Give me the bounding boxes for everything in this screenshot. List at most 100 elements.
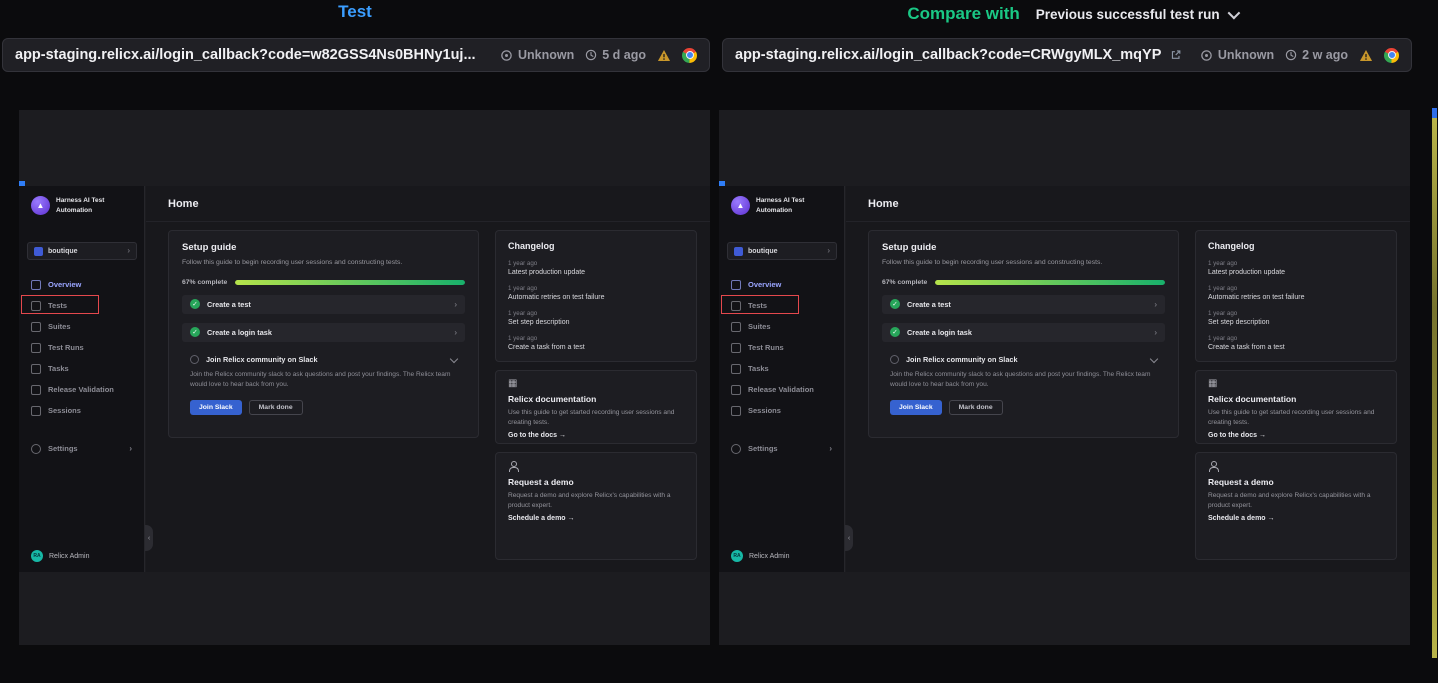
project-icon xyxy=(734,247,743,256)
demo-body: Request a demo and explore Relicx's capa… xyxy=(508,491,684,510)
project-selector: boutique › xyxy=(27,242,137,260)
changelog-time: 1 year ago xyxy=(508,310,684,317)
right-column: Changelog 1 year ago Latest production u… xyxy=(1195,230,1397,572)
sidebar-item-label: Test Runs xyxy=(48,343,84,352)
sidebar-item-settings: Settings › xyxy=(719,438,844,459)
url-text: app-staging.relicx.ai/login_callback?cod… xyxy=(15,47,476,63)
page-title: Home xyxy=(146,186,710,222)
sidebar-item-test-runs: Test Runs xyxy=(719,337,844,358)
sidebar-item-tests: Tests xyxy=(19,295,144,316)
progress-bar-fill xyxy=(935,280,1165,285)
changelog-text: Automatic retries on test failure xyxy=(508,294,684,301)
demo-title: Request a demo xyxy=(508,477,684,487)
setup-guide-title: Setup guide xyxy=(882,242,1165,253)
chevron-right-icon: › xyxy=(129,445,132,453)
setup-guide-title: Setup guide xyxy=(182,242,465,253)
sidebar-item-suites: Suites xyxy=(19,316,144,337)
sidebar-item-settings: Settings › xyxy=(19,438,144,459)
sidebar-item-tasks: Tasks xyxy=(719,358,844,379)
relicx-app-screenshot: ▲ Harness AI Test Automation boutique › … xyxy=(19,186,710,572)
chevron-right-icon: › xyxy=(454,328,457,337)
changelog-time: 1 year ago xyxy=(1208,335,1384,342)
changelog-text: Set step description xyxy=(1208,319,1384,326)
setup-guide-subtitle: Follow this guide to begin recording use… xyxy=(182,258,465,268)
harness-logo-icon: ▲ xyxy=(31,196,50,215)
changelog-entry: 1 year ago Automatic retries on test fai… xyxy=(508,285,684,301)
setup-item-create-login-task: ✓ Create a login task › xyxy=(882,323,1165,342)
external-link-icon[interactable] xyxy=(1170,49,1181,61)
setup-item-label: Create a login task xyxy=(907,328,1147,337)
tests-icon xyxy=(731,301,741,311)
changelog-text: Latest production update xyxy=(508,269,684,276)
documentation-card: ▦ Relicx documentation Use this guide to… xyxy=(495,370,697,444)
changelog-entry: 1 year ago Create a task from a test xyxy=(1208,335,1384,351)
go-to-docs-link: Go to the docs → xyxy=(1208,432,1384,439)
warning-icon xyxy=(1359,49,1373,62)
user-name: Relicx Admin xyxy=(749,553,789,560)
progress-label: 67% complete xyxy=(882,279,927,286)
changelog-title: Changelog xyxy=(1208,241,1384,251)
user-name: Relicx Admin xyxy=(49,553,89,560)
request-demo-card: Request a demo Request a demo and explor… xyxy=(1195,452,1397,560)
changelog-text: Create a task from a test xyxy=(508,344,684,351)
url-bar-compare[interactable]: app-staging.relicx.ai/login_callback?cod… xyxy=(722,38,1412,72)
compare-run-selector[interactable]: Previous successful test run xyxy=(1036,7,1237,22)
person-icon xyxy=(508,461,519,472)
suites-icon xyxy=(31,322,41,332)
ruler-blue-segment xyxy=(1432,108,1437,118)
release-validation-icon xyxy=(731,385,741,395)
screenshot-test[interactable]: ▲ Harness AI Test Automation boutique › … xyxy=(19,110,710,645)
location-meta: Unknown xyxy=(1200,48,1274,62)
project-selector: boutique › xyxy=(727,242,837,260)
progress-row: 67% complete xyxy=(882,279,1165,286)
user-row: RA Relicx Admin xyxy=(731,550,789,562)
age-label: 2 w ago xyxy=(1302,48,1348,62)
sidebar-item-release-validation: Release Validation xyxy=(19,379,144,400)
check-icon: ✓ xyxy=(890,299,900,309)
overview-ruler[interactable] xyxy=(1432,108,1437,658)
location-unknown-icon xyxy=(1200,49,1213,62)
demo-title: Request a demo xyxy=(1208,477,1384,487)
user-row: RA Relicx Admin xyxy=(31,550,89,562)
tasks-icon xyxy=(31,364,41,374)
changelog-text: Automatic retries on test failure xyxy=(1208,294,1384,301)
unchecked-circle-icon xyxy=(190,355,199,364)
setup-guide-card: Setup guide Follow this guide to begin r… xyxy=(168,230,479,438)
schedule-demo-link: Schedule a demo → xyxy=(1208,515,1384,522)
main-content: Home Setup guide Follow this guide to be… xyxy=(846,186,1410,572)
progress-bar xyxy=(235,280,465,285)
setup-item-join-slack: Join Relicx community on Slack xyxy=(882,355,1165,364)
overview-icon xyxy=(31,280,41,290)
sidebar-item-label: Tests xyxy=(48,301,67,310)
join-slack-button: Join Slack xyxy=(190,400,242,415)
brand: ▲ Harness AI Test Automation xyxy=(731,196,804,216)
relicx-app-screenshot: ▲ Harness AI Test Automation boutique › … xyxy=(719,186,1410,572)
sidebar-item-label: Settings xyxy=(48,444,78,453)
screenshot-compare[interactable]: ▲ Harness AI Test Automation boutique › … xyxy=(719,110,1410,645)
location-label: Unknown xyxy=(1218,48,1274,62)
demo-body: Request a demo and explore Relicx's capa… xyxy=(1208,491,1384,510)
sidebar-item-label: Tests xyxy=(748,301,767,310)
sidebar-item-label: Settings xyxy=(748,444,778,453)
ruler-yellow-segment xyxy=(1432,118,1437,658)
url-bar-test[interactable]: app-staging.relicx.ai/login_callback?cod… xyxy=(2,38,710,72)
setup-item-label: Create a test xyxy=(907,300,1147,309)
changelog-time: 1 year ago xyxy=(1208,285,1384,292)
sidebar-item-label: Tasks xyxy=(748,364,769,373)
location-meta: Unknown xyxy=(500,48,574,62)
check-icon: ✓ xyxy=(190,327,200,337)
chevron-right-icon: › xyxy=(829,445,832,453)
brand-line-2: Automation xyxy=(756,206,804,216)
docs-body: Use this guide to get started recording … xyxy=(508,408,684,427)
project-icon xyxy=(34,247,43,256)
setup-item-label: Create a test xyxy=(207,300,447,309)
changelog-entry: 1 year ago Set step description xyxy=(1208,310,1384,326)
sidebar-item-label: Release Validation xyxy=(748,385,814,394)
changelog-entry: 1 year ago Latest production update xyxy=(1208,260,1384,276)
changelog-time: 1 year ago xyxy=(508,260,684,267)
test-runs-icon xyxy=(731,343,741,353)
chevron-down-icon xyxy=(1150,355,1158,363)
changelog-text: Create a task from a test xyxy=(1208,344,1384,351)
sidebar-item-release-validation: Release Validation xyxy=(719,379,844,400)
slack-description: Join the Relicx community slack to ask q… xyxy=(182,370,465,390)
